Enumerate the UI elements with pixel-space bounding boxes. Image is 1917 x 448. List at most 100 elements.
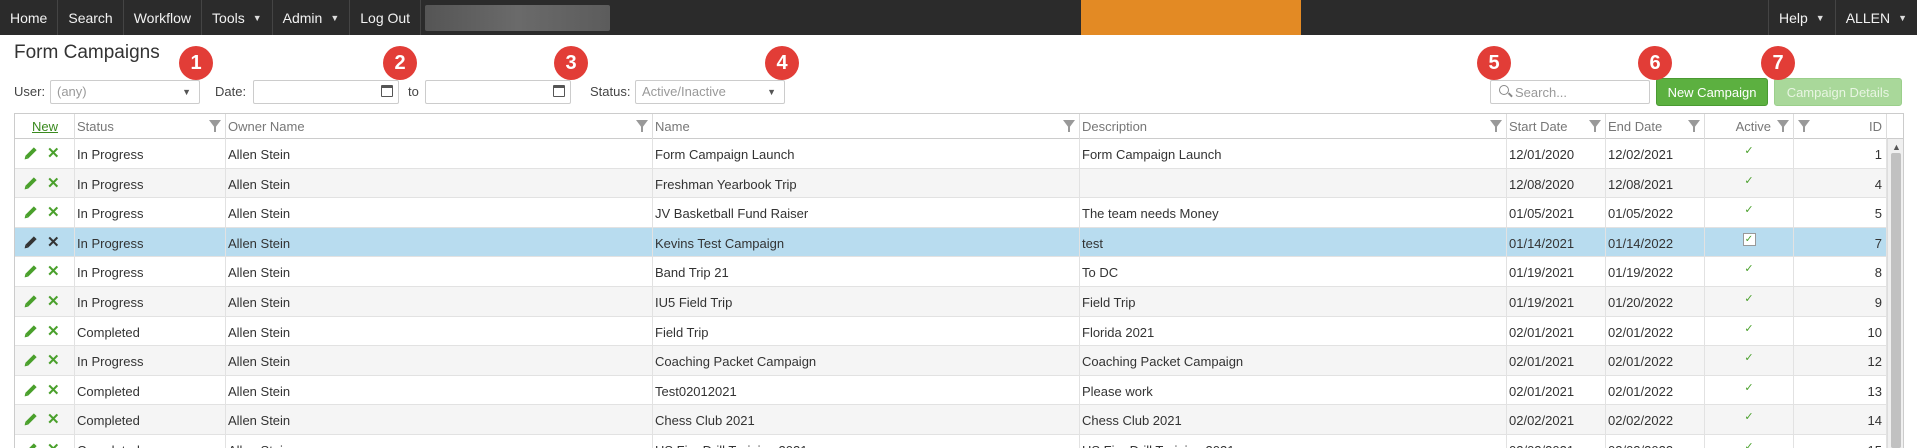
scrollbar-thumb[interactable] (1891, 153, 1901, 448)
edit-pencil-icon[interactable] (25, 206, 37, 218)
page-title: Form Campaigns (14, 42, 160, 63)
delete-x-icon[interactable]: ✕ (47, 262, 60, 280)
nav-item-label: Search (68, 9, 113, 26)
delete-x-icon[interactable]: ✕ (47, 351, 60, 369)
table-row[interactable]: ✕ Completed Allen Stein Test02012021 Please … (15, 375, 1887, 406)
search-box[interactable] (1490, 80, 1650, 104)
table-row[interactable]: ✕ Completed Allen Stein Chess Club 2021 Ches… (15, 405, 1887, 435)
checkmark-icon: ✓ (1744, 322, 1754, 335)
annotation-marker-3: 3 (554, 46, 588, 80)
cell-status: Completed (75, 375, 226, 405)
cell-start-date: 02/02/2021 (1507, 405, 1606, 435)
search-input[interactable] (1515, 83, 1645, 101)
nav-item-home[interactable]: Home (0, 0, 59, 35)
column-header-label: End Date (1608, 119, 1663, 134)
cell-end-date: 02/01/2022 (1606, 375, 1705, 405)
edit-pencil-icon[interactable] (25, 236, 37, 248)
edit-pencil-icon[interactable] (25, 354, 37, 366)
calendar-icon[interactable] (553, 85, 565, 97)
table-row[interactable]: ✕ In Progress Allen Stein Band Trip 21 To DC… (15, 257, 1887, 287)
cell-name: Field Trip (653, 316, 1080, 346)
edit-pencil-icon[interactable] (25, 384, 37, 396)
table-row[interactable]: ✕ In Progress Allen Stein Coaching Packet C… (15, 346, 1887, 376)
filter-icon[interactable] (1589, 120, 1601, 132)
column-header-id[interactable]: ID (1794, 114, 1887, 139)
nav-item-log-out[interactable]: Log Out (350, 0, 422, 35)
table-row[interactable]: ✕CompletedAllen SteinHS Fire Drill Train… (15, 434, 1887, 448)
nav-item-tools[interactable]: Tools ▼ (202, 0, 273, 35)
scroll-up-icon[interactable]: ▲ (1892, 142, 1901, 152)
checkmark-icon: ✓ (1744, 263, 1754, 276)
delete-x-icon[interactable]: ✕ (47, 322, 60, 340)
calendar-icon[interactable] (381, 85, 393, 97)
cell-active: ✓ (1705, 434, 1794, 448)
edit-pencil-icon[interactable] (25, 443, 37, 448)
column-header-label: Name (655, 119, 690, 134)
delete-x-icon[interactable]: ✕ (47, 410, 60, 428)
filter-icon[interactable] (636, 120, 648, 132)
delete-x-icon[interactable]: ✕ (47, 144, 60, 162)
cell-active: ✓ (1705, 375, 1794, 405)
table-row[interactable]: ✕ In Progress Allen Stein Kevins Test Campa… (15, 227, 1887, 258)
filter-icon[interactable] (1798, 120, 1810, 132)
table-row[interactable]: ✕ In Progress Allen Stein Freshman Yearbook… (15, 168, 1887, 199)
cell-owner-name: Allen Stein (226, 405, 653, 435)
row-actions: ✕ (15, 405, 75, 435)
annotation-marker-1: 1 (179, 46, 213, 80)
nav-item-workflow[interactable]: Workflow (124, 0, 203, 35)
status-filter-select[interactable]: Active/Inactive ▼ (635, 80, 785, 104)
vertical-scrollbar[interactable]: ▲ (1887, 139, 1903, 448)
table-row[interactable]: ✕ In Progress Allen Stein IU5 Field Trip Fie… (15, 286, 1887, 317)
filter-icon[interactable] (1490, 120, 1502, 132)
column-header-active[interactable]: Active (1705, 114, 1794, 139)
filter-icon[interactable] (1063, 120, 1075, 132)
column-header-owner-name[interactable]: Owner Name (226, 114, 653, 139)
nav-item-admin[interactable]: Admin ▼ (273, 0, 351, 35)
row-actions: ✕ (15, 375, 75, 405)
column-header-start-date[interactable]: Start Date (1507, 114, 1606, 139)
campaign-details-button[interactable]: Campaign Details (1774, 78, 1902, 106)
edit-pencil-icon[interactable] (25, 147, 37, 159)
table-row[interactable]: ✕ Completed Allen Stein Field Trip Florida 2… (15, 316, 1887, 347)
column-header-end-date[interactable]: End Date (1606, 114, 1705, 139)
nav-item-search[interactable]: Search (58, 0, 124, 35)
new-campaign-button[interactable]: New Campaign (1656, 78, 1768, 106)
filter-icon[interactable] (1688, 120, 1700, 132)
date-to-input[interactable] (425, 80, 571, 104)
edit-pencil-icon[interactable] (25, 413, 37, 426)
table-row[interactable]: ✕ In Progress Allen Stein JV Basketball Fun… (15, 198, 1887, 228)
delete-x-icon[interactable]: ✕ (47, 440, 60, 448)
chevron-down-icon: ▼ (1815, 12, 1825, 23)
filter-icon[interactable] (209, 120, 221, 132)
cell-id: 13 (1794, 375, 1887, 405)
user-menu[interactable]: ALLEN ▼ (1834, 0, 1917, 35)
filter-icon[interactable] (1777, 120, 1789, 132)
date-from-input[interactable] (253, 80, 399, 104)
help-menu[interactable]: Help ▼ (1768, 0, 1835, 35)
edit-pencil-icon[interactable] (25, 265, 37, 278)
user-filter-select[interactable]: (any) ▼ (50, 80, 200, 104)
edit-pencil-icon[interactable] (25, 295, 37, 307)
table-row[interactable]: ✕ In Progress Allen Stein Form Campaign Lau… (15, 139, 1887, 169)
cell-description: Coaching Packet Campaign (1080, 346, 1507, 376)
cell-name: Chess Club 2021 (653, 405, 1080, 435)
delete-x-icon[interactable]: ✕ (47, 292, 60, 310)
new-row-link[interactable]: New (15, 114, 75, 139)
cell-description (1080, 168, 1507, 198)
edit-pencil-icon[interactable] (25, 176, 37, 189)
column-header-label: Active (1735, 119, 1771, 134)
cell-status: In Progress (75, 257, 226, 287)
cell-end-date: 01/14/2022 (1606, 227, 1705, 257)
edit-pencil-icon[interactable] (25, 324, 37, 337)
delete-x-icon[interactable]: ✕ (47, 381, 60, 399)
column-header-status[interactable]: Status (75, 114, 226, 139)
delete-x-icon[interactable]: ✕ (47, 203, 60, 221)
column-header-name[interactable]: Name (653, 114, 1080, 139)
cell-status: In Progress (75, 168, 226, 198)
delete-x-icon[interactable]: ✕ (47, 233, 60, 251)
delete-x-icon[interactable]: ✕ (47, 174, 60, 192)
cell-id: 4 (1794, 168, 1887, 198)
row-actions: ✕ (15, 346, 75, 376)
cell-owner-name: Allen Stein (226, 286, 653, 316)
column-header-description[interactable]: Description (1080, 114, 1507, 139)
